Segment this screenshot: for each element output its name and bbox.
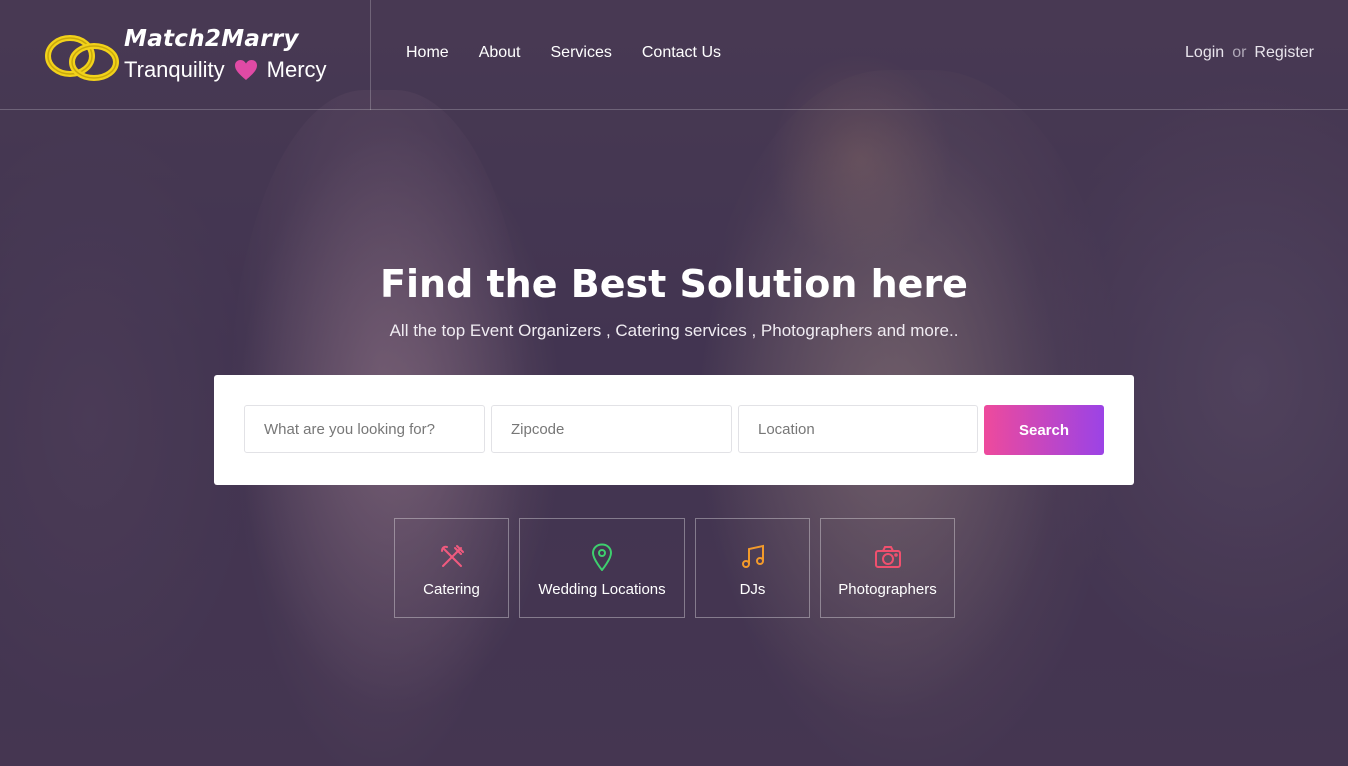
keyword-input[interactable] <box>244 405 485 453</box>
nav-services[interactable]: Services <box>551 44 612 62</box>
auth-links: Login or Register <box>1185 44 1314 62</box>
utensils-icon <box>439 543 465 571</box>
music-note-icon <box>740 543 766 571</box>
map-pin-icon <box>591 543 613 571</box>
nav-about[interactable]: About <box>479 44 521 62</box>
category-djs[interactable]: DJs <box>695 518 810 618</box>
category-label: Wedding Locations <box>538 581 666 598</box>
zipcode-input[interactable] <box>491 405 732 453</box>
wedding-rings-icon <box>45 35 119 81</box>
category-wedding-locations[interactable]: Wedding Locations <box>519 518 685 618</box>
main-nav: Home About Services Contact Us <box>406 44 721 62</box>
hero-subtitle: All the top Event Organizers , Catering … <box>389 321 959 340</box>
category-catering[interactable]: Catering <box>394 518 509 618</box>
category-photographers[interactable]: Photographers <box>820 518 955 618</box>
nav-contact-us[interactable]: Contact Us <box>642 44 721 62</box>
brand-title: Match2Marry <box>124 26 299 52</box>
category-label: Photographers <box>838 581 937 598</box>
tagline-right: Mercy <box>266 57 327 82</box>
login-link[interactable]: Login <box>1185 44 1224 62</box>
brand-tagline: Tranquility Mercy <box>124 57 327 83</box>
heart-icon <box>234 60 257 80</box>
location-input[interactable] <box>738 405 978 453</box>
camera-icon <box>874 543 902 571</box>
register-link[interactable]: Register <box>1254 44 1314 62</box>
auth-separator: or <box>1232 44 1247 61</box>
site-logo[interactable]: Match2Marry Tranquility Mercy <box>44 26 344 86</box>
category-label: Catering <box>423 581 480 598</box>
search-panel: Search <box>214 375 1134 485</box>
search-button[interactable]: Search <box>984 405 1104 455</box>
category-label: DJs <box>739 581 766 598</box>
hero-title: Find the Best Solution here <box>380 262 968 306</box>
site-header: Match2Marry Tranquility Mercy Home About… <box>0 0 1348 110</box>
tagline-left: Tranquility <box>124 57 225 82</box>
nav-home[interactable]: Home <box>406 44 449 62</box>
header-divider <box>370 0 371 110</box>
